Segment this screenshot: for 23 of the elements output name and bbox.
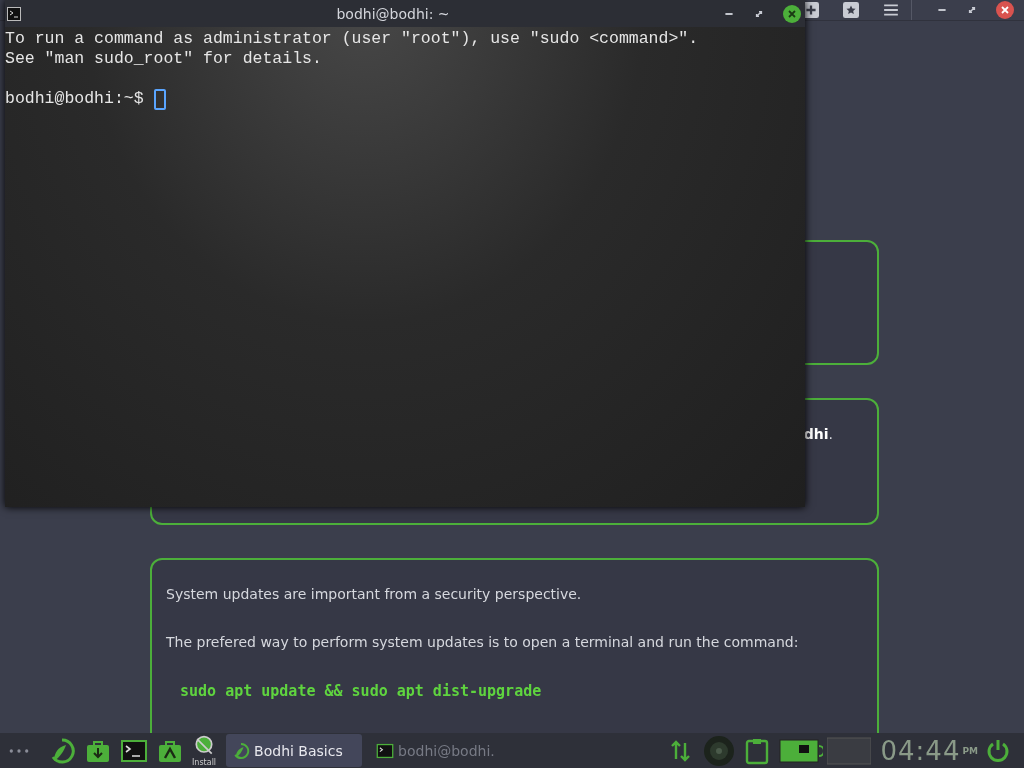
card-text: dhi. (803, 426, 833, 444)
leaf-logo-icon (232, 741, 251, 760)
install-label: Install (192, 758, 217, 767)
terminal-output: See "man sudo_root" for details. (5, 49, 322, 69)
terminal-icon (7, 6, 21, 21)
card-text: The prefered way to perform system updates is to open a terminal and run the command: (166, 634, 800, 650)
command-text: sudo apt update && sudo apt dist-upgrade (179, 682, 543, 700)
menu-icon[interactable] (883, 2, 899, 18)
window-title: bodhi@bodhi: ~ (335, 5, 451, 22)
terminal-icon (376, 741, 395, 760)
close-icon[interactable] (783, 4, 801, 23)
card-text: System updates are important from a security perspective. (166, 586, 583, 602)
clock-time: 04:44 (880, 735, 961, 766)
bookmark-icon[interactable] (843, 2, 859, 18)
close-icon[interactable] (996, 1, 1014, 19)
restore-icon[interactable] (966, 4, 978, 16)
task-button[interactable]: Bodhi Basics (226, 734, 363, 767)
terminal-output: To run a command as administrator (user "root"), use "sudo <command>". (5, 29, 699, 49)
clock-period: PM (962, 745, 978, 756)
text-cursor (153, 88, 166, 110)
shell-prompt: bodhi@bodhi:~$ (5, 89, 145, 109)
more-icon[interactable] (8, 746, 30, 755)
battery-icon[interactable] (778, 736, 823, 765)
